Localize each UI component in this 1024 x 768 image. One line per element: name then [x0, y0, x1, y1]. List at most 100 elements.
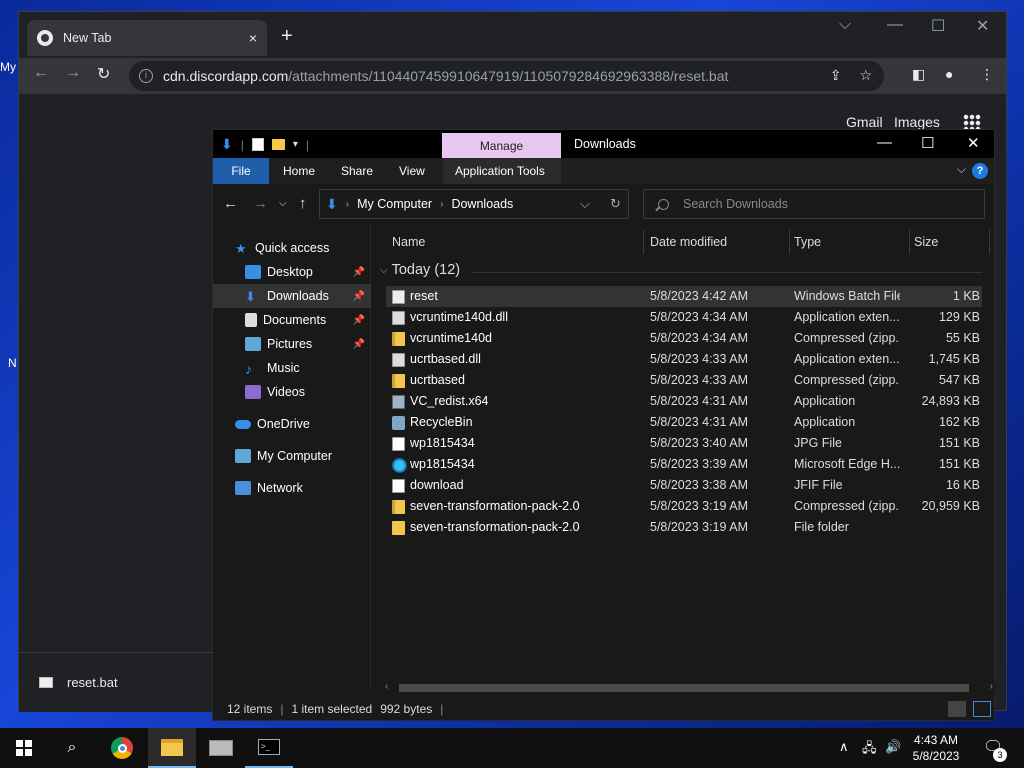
tab-search-icon[interactable]: ⌵: [839, 16, 851, 34]
nav-documents[interactable]: Documents 📌: [213, 308, 371, 332]
tab-view[interactable]: View: [387, 158, 437, 184]
column-header-date[interactable]: Date modified: [646, 230, 790, 254]
file-row[interactable]: seven-transformation-pack-2.0 5/8/2023 3:…: [386, 517, 982, 538]
clock[interactable]: 4:43 AM 5/8/2023: [906, 732, 966, 764]
column-header-type[interactable]: Type: [790, 230, 910, 254]
share-icon[interactable]: ⇪: [830, 67, 842, 84]
file-row[interactable]: ucrtbased.dll 5/8/2023 4:33 AM Application…: [386, 349, 982, 370]
address-bar[interactable]: i cdn.discordapp.com /attachments/110440…: [129, 61, 884, 91]
horizontal-scrollbar[interactable]: ‹ ›: [383, 681, 995, 695]
file-row[interactable]: VC_redist.x64 5/8/2023 4:31 AM Application…: [386, 391, 982, 412]
tab-file[interactable]: File: [213, 158, 269, 184]
nav-music[interactable]: ♪ Music: [213, 356, 371, 380]
nav-desktop[interactable]: Desktop 📌: [213, 260, 371, 284]
tab-application-tools[interactable]: Application Tools: [443, 158, 561, 184]
file-explorer-taskbar-button[interactable]: [148, 728, 196, 768]
network-status-icon[interactable]: 🖧: [862, 739, 877, 761]
site-info-icon[interactable]: i: [139, 69, 153, 83]
file-row[interactable]: vcruntime140d.dll 5/8/2023 4:34 AM Applica…: [386, 307, 982, 328]
maximize-icon[interactable]: ☐: [921, 134, 934, 152]
chrome-taskbar-button[interactable]: [98, 728, 146, 768]
tab-new-tab[interactable]: New Tab ×: [27, 20, 267, 56]
breadcrumb-my-computer[interactable]: My Computer: [357, 197, 432, 211]
file-row[interactable]: wp1815434 5/8/2023 3:39 AM Microsoft Edge …: [386, 454, 982, 475]
properties-icon[interactable]: [251, 138, 264, 151]
scrollbar-thumb[interactable]: [399, 684, 969, 692]
minimize-icon[interactable]: —: [887, 16, 903, 34]
pin-icon[interactable]: 📌: [353, 315, 365, 326]
column-header-name[interactable]: Name: [388, 230, 644, 254]
address-dropdown-icon[interactable]: ⌵: [580, 196, 590, 212]
nav-downloads[interactable]: ⬇ Downloads 📌: [213, 284, 371, 308]
close-window-icon[interactable]: ✕: [967, 134, 980, 152]
chevron-right-icon[interactable]: ›: [440, 199, 443, 210]
details-view-icon[interactable]: [948, 701, 966, 717]
forward-icon[interactable]: →: [65, 64, 81, 82]
bookmark-star-icon[interactable]: ☆: [859, 67, 872, 84]
pin-icon[interactable]: 📌: [353, 291, 365, 302]
download-item[interactable]: reset.bat: [67, 675, 118, 690]
nav-network[interactable]: Network: [213, 476, 371, 500]
search-input[interactable]: [683, 197, 963, 211]
maximize-icon[interactable]: ☐: [931, 16, 945, 36]
file-size: 16 KB: [945, 478, 980, 492]
gmail-link[interactable]: Gmail: [846, 114, 883, 130]
tab-home[interactable]: Home: [271, 158, 327, 184]
address-bar[interactable]: ⬇ › My Computer › Downloads ⌵ ↻: [319, 189, 629, 219]
new-folder-icon[interactable]: [271, 139, 285, 150]
nav-quick-access[interactable]: ★ Quick access: [213, 236, 371, 260]
up-icon[interactable]: ↑: [299, 195, 307, 212]
reload-icon[interactable]: ↻: [97, 64, 110, 84]
column-header-size[interactable]: Size: [910, 230, 990, 254]
nav-pictures[interactable]: Pictures 📌: [213, 332, 371, 356]
installer-icon: [392, 395, 405, 409]
pin-icon[interactable]: 📌: [353, 267, 365, 278]
search-box[interactable]: [643, 189, 985, 219]
back-icon[interactable]: ←: [223, 195, 238, 212]
group-header-today[interactable]: ⌵ Today (12): [380, 262, 460, 278]
nav-my-computer[interactable]: My Computer: [213, 444, 371, 468]
pictures-icon: [245, 337, 261, 351]
chevron-up-icon[interactable]: ∧: [839, 739, 849, 755]
file-row[interactable]: ucrtbased 5/8/2023 4:33 AM Compressed (zip…: [386, 370, 982, 391]
close-tab-icon[interactable]: ×: [249, 30, 257, 46]
forward-icon[interactable]: →: [253, 195, 268, 212]
customize-qat-icon[interactable]: ▾: [293, 139, 298, 150]
refresh-icon[interactable]: ↻: [610, 196, 621, 212]
help-icon[interactable]: ?: [972, 163, 988, 179]
side-panel-icon[interactable]: ◧: [912, 66, 925, 83]
nav-onedrive[interactable]: OneDrive: [213, 412, 371, 436]
pin-icon[interactable]: 📌: [353, 339, 365, 350]
minimize-icon[interactable]: —: [877, 134, 892, 151]
cmd-taskbar-button[interactable]: >_: [245, 728, 293, 768]
file-row[interactable]: wp1815434 5/8/2023 3:40 AM JPG File 151 KB: [386, 433, 982, 454]
close-window-icon[interactable]: ✕: [976, 16, 989, 36]
new-tab-button[interactable]: +: [281, 26, 293, 46]
file-size: 151 KB: [938, 457, 980, 471]
chevron-down-icon: ⌵: [380, 264, 388, 276]
file-row[interactable]: reset 5/8/2023 4:42 AM Windows Batch File 1…: [386, 286, 982, 307]
images-link[interactable]: Images: [894, 114, 940, 130]
breadcrumb-downloads[interactable]: Downloads: [451, 197, 513, 211]
tab-manage[interactable]: Manage: [442, 133, 561, 159]
tab-share[interactable]: Share: [329, 158, 385, 184]
file-row[interactable]: vcruntime140d 5/8/2023 4:34 AM Compressed …: [386, 328, 982, 349]
app-taskbar-button[interactable]: [197, 728, 245, 768]
menu-kebab-icon[interactable]: ⋮: [980, 66, 994, 83]
chevron-right-icon[interactable]: ›: [346, 199, 349, 210]
search-icon[interactable]: ⌕: [48, 728, 96, 768]
profile-icon[interactable]: ●: [945, 66, 953, 82]
large-icons-view-icon[interactable]: [973, 701, 991, 717]
nav-videos[interactable]: Videos: [213, 380, 371, 404]
back-icon[interactable]: ←: [33, 64, 49, 82]
expand-ribbon-icon[interactable]: ⌵: [957, 162, 966, 177]
volume-icon[interactable]: 🔊: [885, 739, 901, 755]
scroll-left-icon[interactable]: ‹: [385, 681, 388, 692]
file-row[interactable]: seven-transformation-pack-2.0 5/8/2023 3:…: [386, 496, 982, 517]
start-button[interactable]: [0, 728, 48, 768]
scroll-right-icon[interactable]: ›: [990, 681, 993, 692]
file-row[interactable]: download 5/8/2023 3:38 AM JFIF File 16 KB: [386, 475, 982, 496]
recent-locations-icon[interactable]: ⌵: [279, 198, 287, 209]
file-size: 162 KB: [938, 415, 980, 429]
file-row[interactable]: RecycleBin 5/8/2023 4:31 AM Application 162…: [386, 412, 982, 433]
